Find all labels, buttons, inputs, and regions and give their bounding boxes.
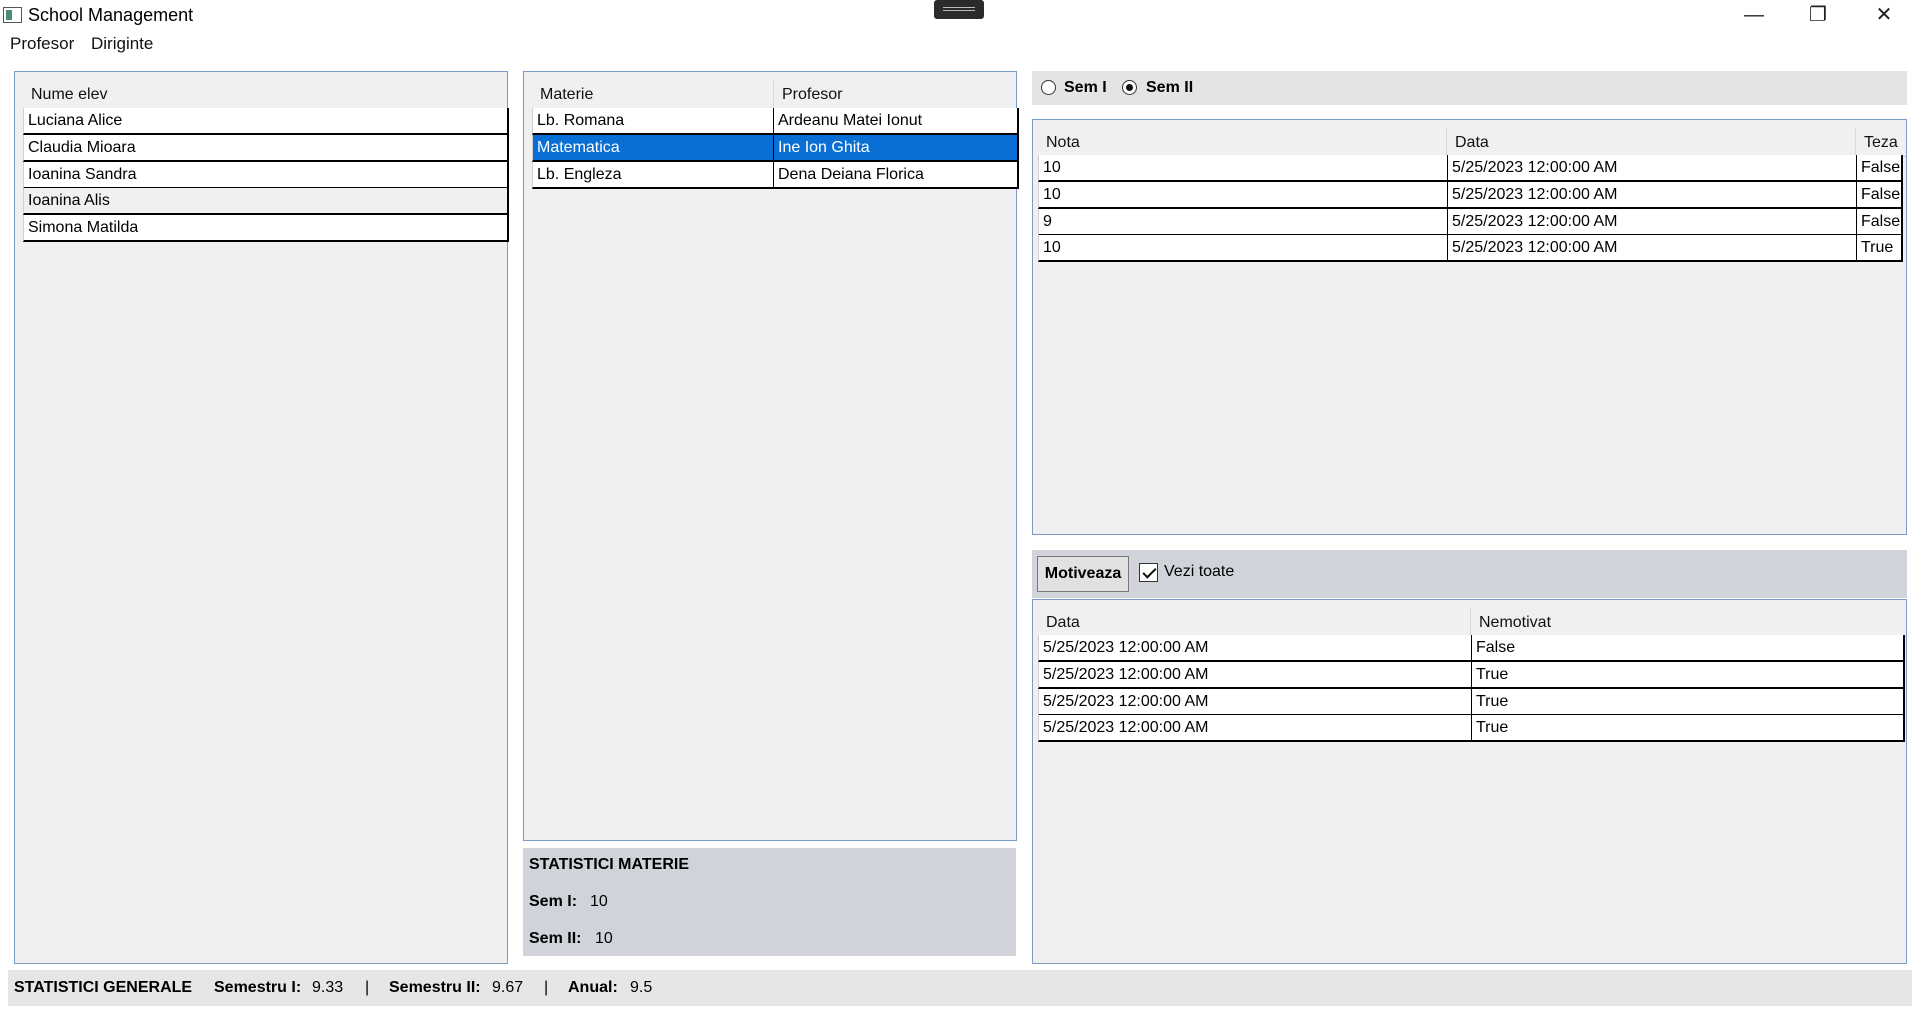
- subject-row-selected[interactable]: Matematica Ine Ion Ghita: [532, 135, 1019, 162]
- student-row[interactable]: Simona Matilda: [23, 215, 509, 242]
- subject-row[interactable]: Lb. Romana Ardeanu Matei Ionut: [532, 108, 1019, 135]
- grade-nota: 10: [1043, 239, 1061, 256]
- absences-toolbar: Motiveaza Vezi toate: [1032, 550, 1907, 598]
- grade-teza: False: [1861, 159, 1901, 176]
- grade-teza: False: [1861, 213, 1901, 230]
- separator: |: [544, 979, 549, 996]
- stats-generale-sem2-label: Semestru II:: [389, 979, 481, 996]
- student-row[interactable]: Luciana Alice: [23, 108, 509, 135]
- subject-profesor: Ardeanu Matei Ionut: [778, 112, 923, 129]
- student-row[interactable]: Ioanina Alis: [23, 188, 509, 215]
- absence-row[interactable]: 5/25/2023 12:00:00 AM True: [1038, 715, 1905, 742]
- subject-profesor: Ine Ion Ghita: [778, 139, 870, 156]
- subject-materie: Lb. Romana: [537, 112, 625, 129]
- stats-materie-panel: STATISTICI MATERIE Sem I: 10 Sem II: 10: [523, 848, 1016, 956]
- student-name: Luciana Alice: [28, 112, 123, 129]
- radio-sem2[interactable]: [1122, 80, 1137, 95]
- stats-generale-sem1-value: 9.33: [312, 979, 344, 996]
- absence-nemotivat: True: [1476, 693, 1509, 710]
- absences-grid[interactable]: Data Nemotivat 5/25/2023 12:00:00 AM Fal…: [1032, 599, 1907, 964]
- column-header-nemotivat[interactable]: Nemotivat: [1471, 608, 1901, 637]
- student-name: Ioanina Sandra: [28, 166, 137, 183]
- stats-generale-title: STATISTICI GENERALE: [14, 979, 193, 996]
- restore-button[interactable]: ❐: [1786, 0, 1850, 30]
- column-header-profesor[interactable]: Profesor: [774, 80, 1014, 109]
- grade-row[interactable]: 10 5/25/2023 12:00:00 AM True: [1038, 235, 1903, 262]
- column-header-teza[interactable]: Teza: [1856, 128, 1906, 157]
- grade-data: 5/25/2023 12:00:00 AM: [1452, 186, 1618, 203]
- window-title: School Management: [28, 5, 194, 25]
- menu-item-diriginte[interactable]: Diriginte: [91, 34, 153, 54]
- absence-row[interactable]: 5/25/2023 12:00:00 AM True: [1038, 662, 1905, 689]
- grades-header: Nota Data Teza: [1038, 128, 1906, 157]
- grade-nota: 9: [1043, 213, 1052, 230]
- absence-data: 5/25/2023 12:00:00 AM: [1043, 719, 1209, 736]
- subjects-header: Materie Profesor: [532, 80, 1016, 109]
- radio-sem1[interactable]: [1041, 80, 1056, 95]
- absence-row[interactable]: 5/25/2023 12:00:00 AM False: [1038, 635, 1905, 662]
- absence-data: 5/25/2023 12:00:00 AM: [1043, 666, 1209, 683]
- absence-data: 5/25/2023 12:00:00 AM: [1043, 639, 1209, 656]
- grade-data: 5/25/2023 12:00:00 AM: [1452, 213, 1618, 230]
- grade-data: 5/25/2023 12:00:00 AM: [1452, 159, 1618, 176]
- subject-row[interactable]: Lb. Engleza Dena Deiana Florica: [532, 162, 1019, 189]
- radio-sem1-label[interactable]: Sem I: [1064, 79, 1107, 97]
- app-icon: [3, 7, 22, 23]
- grade-data: 5/25/2023 12:00:00 AM: [1452, 239, 1618, 256]
- close-button[interactable]: ✕: [1852, 0, 1916, 30]
- absence-nemotivat: True: [1476, 719, 1509, 736]
- vezi-toate-checkbox[interactable]: [1139, 563, 1158, 582]
- student-row[interactable]: Ioanina Sandra: [23, 162, 509, 189]
- column-header-materie[interactable]: Materie: [532, 80, 773, 109]
- stats-sem1-label: Sem I:: [529, 893, 578, 910]
- motiveaza-button[interactable]: Motiveaza: [1037, 556, 1129, 592]
- stats-generale-sem1-label: Semestru I:: [214, 979, 302, 996]
- subjects-list[interactable]: Materie Profesor Lb. Romana Ardeanu Mate…: [523, 71, 1019, 841]
- grade-row[interactable]: 9 5/25/2023 12:00:00 AM False: [1038, 209, 1903, 236]
- stats-generale-anual-label: Anual:: [568, 979, 618, 996]
- title-bar: School Management — ❐ ✕: [0, 0, 1920, 30]
- separator: |: [365, 979, 370, 996]
- students-list[interactable]: Nume elev Luciana Alice Claudia Mioara I…: [14, 71, 509, 964]
- absence-nemotivat: True: [1476, 666, 1509, 683]
- radio-sem2-label[interactable]: Sem II: [1146, 79, 1193, 97]
- minimize-button[interactable]: —: [1722, 0, 1786, 30]
- vezi-toate-label[interactable]: Vezi toate: [1164, 563, 1234, 581]
- subject-materie: Matematica: [537, 139, 620, 156]
- grade-teza: True: [1861, 239, 1894, 256]
- grade-row[interactable]: 10 5/25/2023 12:00:00 AM False: [1038, 155, 1903, 182]
- column-header-nota[interactable]: Nota: [1038, 128, 1446, 157]
- absences-header: Data Nemotivat: [1038, 608, 1906, 637]
- student-name: Simona Matilda: [28, 219, 139, 236]
- column-header-nume-elev[interactable]: Nume elev: [23, 80, 503, 109]
- column-header-data[interactable]: Data: [1038, 608, 1470, 637]
- drag-handle-icon[interactable]: [934, 0, 984, 19]
- absence-row[interactable]: 5/25/2023 12:00:00 AM True: [1038, 689, 1905, 716]
- absence-data: 5/25/2023 12:00:00 AM: [1043, 693, 1209, 710]
- student-name: Ioanina Alis: [28, 192, 110, 209]
- stats-generale-anual-value: 9.5: [630, 979, 653, 996]
- subject-profesor: Dena Deiana Florica: [778, 166, 924, 183]
- stats-generale-bar: STATISTICI GENERALE Semestru I: 9.33 | S…: [8, 970, 1912, 1006]
- stats-materie-title: STATISTICI MATERIE: [529, 856, 689, 873]
- grade-teza: False: [1861, 186, 1901, 203]
- grade-nota: 10: [1043, 159, 1061, 176]
- student-name: Claudia Mioara: [28, 139, 136, 156]
- stats-generale-sem2-value: 9.67: [492, 979, 524, 996]
- stats-sem1-value: 10: [590, 893, 608, 910]
- stats-sem2-value: 10: [595, 930, 613, 947]
- menu-item-profesor[interactable]: Profesor: [10, 34, 74, 54]
- grade-nota: 10: [1043, 186, 1061, 203]
- menu-bar: Profesor Diriginte: [0, 30, 1920, 58]
- students-header: Nume elev: [23, 80, 507, 109]
- stats-sem2-label: Sem II:: [529, 930, 582, 947]
- grades-grid[interactable]: Nota Data Teza 10 5/25/2023 12:00:00 AM …: [1032, 119, 1907, 535]
- student-row[interactable]: Claudia Mioara: [23, 135, 509, 162]
- absence-nemotivat: False: [1476, 639, 1516, 656]
- column-header-data[interactable]: Data: [1447, 128, 1855, 157]
- subject-materie: Lb. Engleza: [537, 166, 622, 183]
- semester-selector: Sem I Sem II: [1032, 71, 1907, 105]
- grade-row[interactable]: 10 5/25/2023 12:00:00 AM False: [1038, 182, 1903, 209]
